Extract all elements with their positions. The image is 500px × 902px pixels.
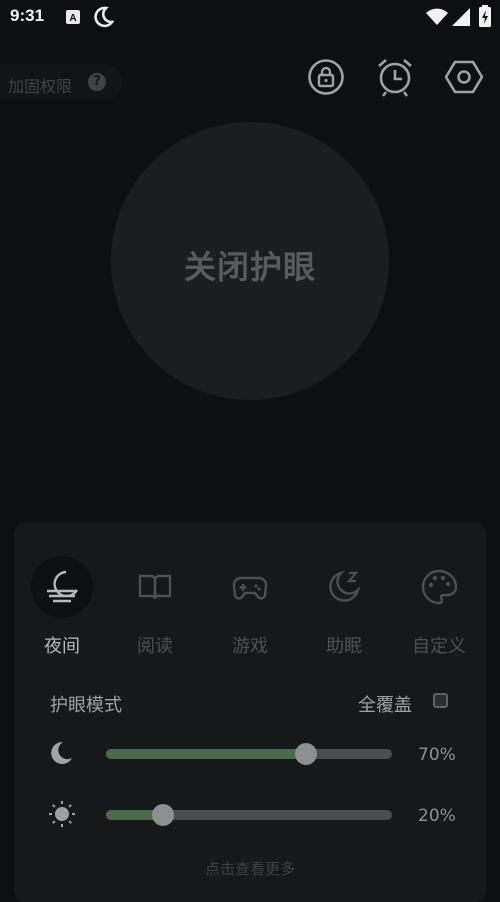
mode-label: 自定义	[412, 636, 466, 657]
mode-sleep[interactable]: 助眠	[306, 556, 382, 658]
full-cover-checkbox[interactable]	[433, 693, 448, 708]
book-icon	[124, 556, 186, 618]
status-time: 9:31	[10, 6, 45, 25]
status-bar: 9:31 A	[0, 0, 500, 34]
mode-label: 夜间	[44, 636, 80, 657]
brightness-slider[interactable]	[106, 804, 392, 826]
mode-night[interactable]: 夜间	[24, 556, 100, 658]
permission-label: 加固权限	[8, 77, 73, 96]
mode-label: 助眠	[326, 636, 362, 657]
slider-thumb[interactable]	[152, 804, 175, 826]
sun-icon	[48, 800, 76, 832]
eye-mode-title: 护眼模式	[50, 695, 122, 716]
slider-fill	[106, 749, 307, 759]
settings-panel: 夜间 阅读 游戏 助眠 自定义 护眼模式 全覆盖 70% 20% 点击查看更多	[14, 522, 486, 902]
signal-icon	[452, 8, 470, 30]
wifi-icon	[426, 8, 448, 30]
gamepad-icon	[219, 556, 281, 618]
night-moon-icon	[92, 6, 115, 32]
palette-icon	[408, 556, 470, 618]
toggle-label: 关闭护眼	[183, 248, 316, 286]
alarm-clock-icon[interactable]	[375, 57, 415, 97]
mode-label: 阅读	[137, 636, 173, 657]
settings-hexagon-icon[interactable]	[444, 57, 484, 97]
permission-button[interactable]: 加固权限 ?	[0, 64, 122, 100]
slider-thumb[interactable]	[295, 743, 318, 765]
lock-icon[interactable]	[306, 57, 346, 97]
mode-custom[interactable]: 自定义	[401, 556, 477, 658]
mode-label: 游戏	[232, 636, 268, 657]
brightness-value: 20%	[418, 806, 456, 826]
battery-charging-icon	[479, 5, 491, 31]
sleep-moon-icon	[313, 556, 375, 618]
night-moon-icon	[31, 556, 93, 618]
moon-icon	[48, 740, 74, 770]
intensity-slider[interactable]	[106, 743, 392, 765]
see-more-link[interactable]: 点击查看更多	[14, 858, 486, 879]
full-cover-label: 全覆盖	[358, 695, 412, 716]
intensity-value: 70%	[418, 745, 456, 765]
help-icon[interactable]: ?	[88, 73, 106, 91]
font-a-icon: A	[66, 9, 80, 28]
mode-reading[interactable]: 阅读	[117, 556, 193, 658]
mode-game[interactable]: 游戏	[212, 556, 288, 658]
eye-protection-toggle[interactable]: 关闭护眼	[111, 122, 389, 400]
svg-text:A: A	[69, 13, 76, 24]
